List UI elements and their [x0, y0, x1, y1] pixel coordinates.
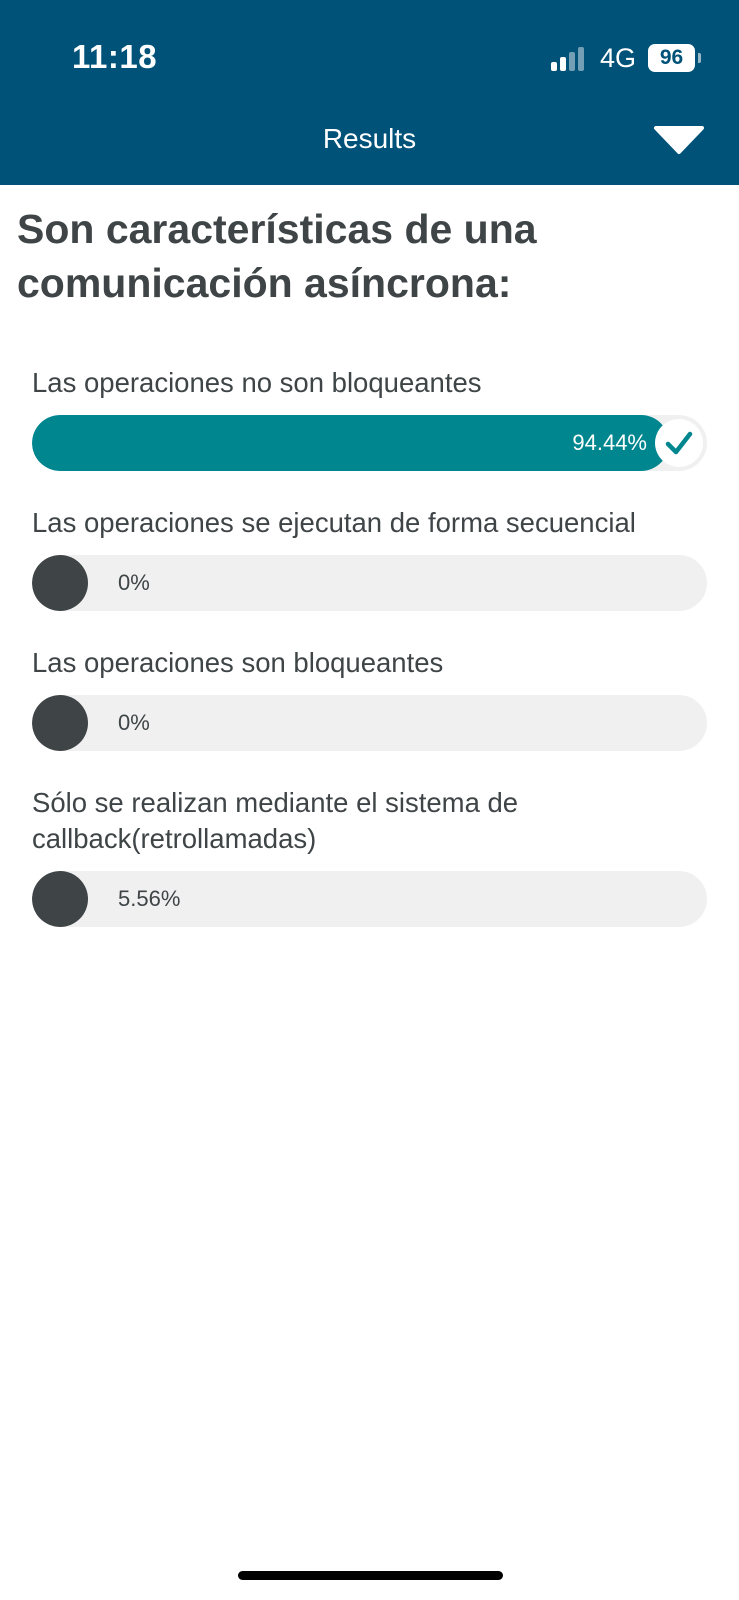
- dropdown-button[interactable]: [652, 124, 706, 158]
- page-title: Results: [322, 123, 417, 154]
- result-bar-fill: [32, 695, 88, 751]
- result-bar-track: 94.44%: [32, 415, 707, 471]
- signal-icon: [551, 47, 591, 71]
- triangle-down-icon: [654, 126, 704, 154]
- poll-option: Las operaciones no son bloqueantes 94.44%: [32, 365, 707, 471]
- network-type: 4G: [600, 43, 637, 73]
- poll-question: Son características de una comunicación …: [17, 206, 537, 306]
- percent-label: 94.44%: [572, 430, 647, 455]
- percent-label: 5.56%: [118, 886, 181, 911]
- battery-icon: 96: [648, 44, 695, 72]
- result-bar-fill: [32, 871, 88, 927]
- result-bar-track: 0%: [32, 555, 707, 611]
- result-bar-track: 5.56%: [32, 871, 707, 927]
- result-bar-fill: [32, 555, 88, 611]
- poll-options: Las operaciones no son bloqueantes 94.44%…: [32, 365, 707, 961]
- battery-tip: [698, 53, 701, 63]
- poll-option: Las operaciones se ejecutan de forma sec…: [32, 505, 707, 611]
- option-label: Las operaciones son bloqueantes: [32, 647, 444, 678]
- percent-label: 0%: [118, 570, 150, 595]
- percent-label: 0%: [118, 710, 150, 735]
- option-label: Sólo se realizan mediante el sistema de …: [32, 787, 519, 854]
- option-label: Las operaciones no son bloqueantes: [32, 367, 482, 398]
- result-bar-track: 0%: [32, 695, 707, 751]
- checkmark-icon: [655, 419, 703, 467]
- top-bar: 11:18 4G 96 Results: [0, 0, 739, 185]
- status-time: 11:18: [72, 38, 158, 75]
- poll-option: Las operaciones son bloqueantes 0%: [32, 645, 707, 751]
- home-indicator[interactable]: [238, 1571, 503, 1580]
- option-label: Las operaciones se ejecutan de forma sec…: [32, 507, 636, 538]
- poll-option: Sólo se realizan mediante el sistema de …: [32, 785, 707, 927]
